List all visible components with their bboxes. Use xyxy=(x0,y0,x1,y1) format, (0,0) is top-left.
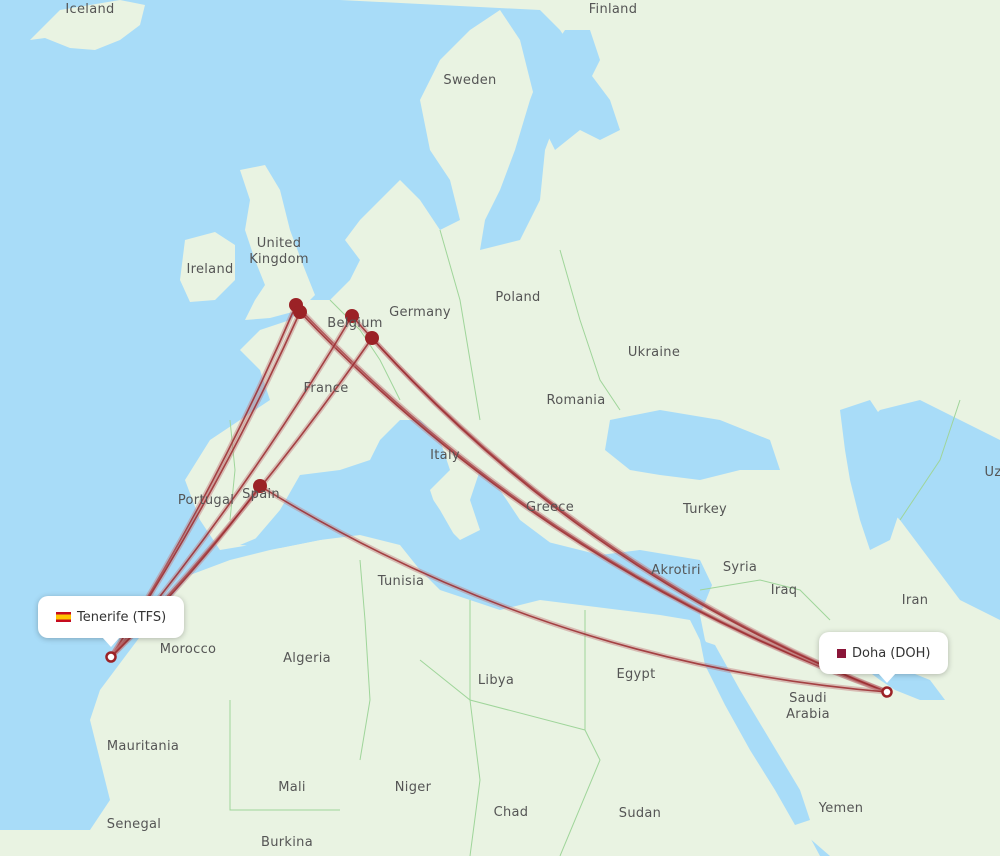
country-label: Italy xyxy=(430,448,460,463)
country-label: Belgium xyxy=(327,316,383,331)
destination-label: Doha (DOH) xyxy=(852,645,931,661)
country-label: Iceland xyxy=(65,2,115,17)
qatar-flag-icon xyxy=(837,648,846,658)
country-label: Burkina xyxy=(261,835,313,850)
country-label: Mali xyxy=(278,780,306,795)
stopover-airport-marker[interactable] xyxy=(293,305,307,319)
country-label: Germany xyxy=(389,305,451,320)
country-label: Uz xyxy=(984,465,1000,480)
country-label: Egypt xyxy=(616,667,656,682)
country-label: Finland xyxy=(588,2,638,17)
country-label: Niger xyxy=(394,780,432,795)
country-label: Akrotiri xyxy=(651,563,701,578)
country-label: Senegal xyxy=(106,817,162,832)
country-label: Libya xyxy=(477,673,515,688)
origin-label: Tenerife (TFS) xyxy=(77,609,167,625)
country-label: Tunisia xyxy=(377,574,425,589)
destination-airport-marker[interactable] xyxy=(881,686,893,698)
country-label: Greece xyxy=(525,500,575,515)
country-label: Ukraine xyxy=(627,345,681,360)
stopover-airport-marker[interactable] xyxy=(365,331,379,345)
country-label: Saudi Arabia xyxy=(786,691,830,722)
country-label: Morocco xyxy=(159,642,217,657)
spain-flag-icon xyxy=(56,612,71,622)
country-label: Yemen xyxy=(818,801,864,816)
country-label: Mauritania xyxy=(106,739,180,754)
country-label: Algeria xyxy=(283,651,331,666)
country-label: Portugal xyxy=(177,493,235,508)
country-label: France xyxy=(303,381,349,396)
origin-callout[interactable]: Tenerife (TFS) xyxy=(38,596,185,638)
destination-callout[interactable]: Doha (DOH) xyxy=(819,632,949,674)
country-label: Iran xyxy=(901,593,929,608)
route-map[interactable]: Iceland Finland Sweden United Kingdom Ireland… xyxy=(0,0,1000,856)
country-label: Sweden xyxy=(443,73,497,88)
country-label: Spain xyxy=(242,487,280,502)
country-label: Poland xyxy=(495,290,541,305)
country-label: Turkey xyxy=(682,502,728,517)
origin-airport-marker[interactable] xyxy=(105,651,117,663)
country-label: Sudan xyxy=(618,806,662,821)
country-label: United Kingdom xyxy=(249,236,309,267)
basemap xyxy=(0,0,1000,856)
country-label: Iraq xyxy=(770,583,798,598)
country-label: Syria xyxy=(722,560,758,575)
country-label: Ireland xyxy=(186,262,234,277)
border-line xyxy=(899,399,961,521)
country-label: Romania xyxy=(546,393,606,408)
country-label: Chad xyxy=(493,805,529,820)
